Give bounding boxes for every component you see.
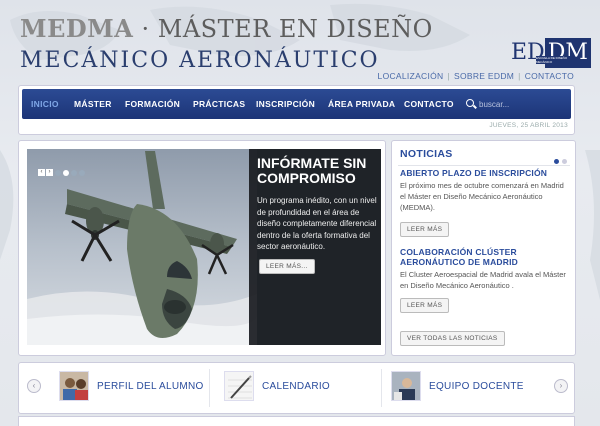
nav-item-formacion[interactable]: FORMACIÓN xyxy=(125,89,180,119)
search-input[interactable] xyxy=(479,95,565,113)
feature-label: EQUIPO DOCENTE xyxy=(429,381,524,392)
feature-label: CALENDARIO xyxy=(262,381,331,392)
main-nav: INICIO MÁSTER FORMACIÓN PRÁCTICAS INSCRI… xyxy=(22,89,571,119)
slider-card: ‹ › INFÓRMATE SIN COMPROMISO Un programa … xyxy=(18,140,386,356)
news-item-title[interactable]: COLABORACIÓN CLÚSTER AERONÁUTICO DE MADR… xyxy=(400,247,572,267)
nav-item-practicas[interactable]: PRÁCTICAS xyxy=(193,89,245,119)
carousel-next-icon[interactable]: › xyxy=(554,379,568,393)
toplink-sobre-eddm[interactable]: SOBRE EDDM xyxy=(454,71,514,81)
toplink-separator: | xyxy=(447,71,451,81)
all-news-button[interactable]: VER TODAS LAS NOTICIAS xyxy=(400,331,505,346)
search-icon[interactable] xyxy=(466,99,474,107)
nav-container: INICIO MÁSTER FORMACIÓN PRÁCTICAS INSCRI… xyxy=(18,85,575,135)
toplink-contacto[interactable]: CONTACTO xyxy=(525,71,574,81)
news-heading: NOTICIAS xyxy=(400,148,453,160)
nav-item-area-privada[interactable]: ÁREA PRIVADA xyxy=(328,89,395,119)
news-pager-dot[interactable] xyxy=(562,159,567,164)
current-date: JUEVES, 25 ABRIL 2013 xyxy=(489,122,568,129)
students-photo-icon xyxy=(59,371,89,401)
pager-dot[interactable] xyxy=(79,170,85,176)
hero-slide: ‹ › INFÓRMATE SIN COMPROMISO Un programa … xyxy=(27,149,381,345)
news-pager-dot-active[interactable] xyxy=(554,159,559,164)
top-links: LOCALIZACIÓN | SOBRE EDDM | CONTACTO xyxy=(378,71,574,81)
pager-dot[interactable] xyxy=(71,170,77,176)
aircraft-photo xyxy=(27,149,257,345)
news-pager xyxy=(551,151,567,169)
content-area-start xyxy=(18,416,575,426)
news-read-more-button[interactable]: LEER MÁS xyxy=(400,298,450,313)
feature-divider xyxy=(209,369,210,407)
feature-divider xyxy=(381,369,382,407)
slide-read-more-button[interactable]: LEER MÁS... xyxy=(259,259,315,274)
search-box xyxy=(462,95,567,113)
pager-prev-icon[interactable]: ‹ xyxy=(38,169,45,176)
toplink-separator: | xyxy=(518,71,521,81)
site-title-rest: MÁSTER EN DISEÑO xyxy=(157,15,433,43)
news-panel: NOTICIAS ABIERTO PLAZO DE INSCRIPCIÓN El… xyxy=(391,140,576,356)
site-title-brand: MEDMA xyxy=(20,14,134,43)
carousel-prev-icon[interactable]: ‹ xyxy=(27,379,41,393)
news-item-text: El Cluster Aeroespacial de Madrid avala … xyxy=(400,270,566,290)
nav-item-inscripcion[interactable]: INSCRIPCIÓN xyxy=(256,89,315,119)
calendar-pen-icon xyxy=(224,371,254,401)
pager-dot[interactable] xyxy=(55,170,61,176)
site-title: MEDMA · MÁSTER EN DISEÑO xyxy=(20,14,433,43)
news-item-title[interactable]: ABIERTO PLAZO DE INSCRIPCIÓN xyxy=(400,168,572,178)
nav-item-master[interactable]: MÁSTER xyxy=(74,89,112,119)
pager-dot-active[interactable] xyxy=(63,170,69,176)
news-read-more-button[interactable]: LEER MÁS xyxy=(400,222,450,237)
logo-caption: ESCUELA DE DISEÑO MECÁNICO xyxy=(536,56,572,64)
feature-label: PERFIL DEL ALUMNO xyxy=(97,381,204,392)
news-divider xyxy=(398,165,570,166)
feature-carousel: ‹ PERFIL DEL ALUMNO CALENDARIO EQUIPO DO… xyxy=(18,362,575,414)
toplink-localizacion[interactable]: LOCALIZACIÓN xyxy=(378,71,444,81)
slide-pager: ‹ › xyxy=(38,169,86,177)
teacher-photo-icon xyxy=(391,371,421,401)
nav-item-contacto[interactable]: CONTACTO xyxy=(404,89,454,119)
slide-caption-panel: INFÓRMATE SIN COMPROMISO Un programa iné… xyxy=(249,149,381,345)
slide-text: Un programa inédito, con un nivel de pro… xyxy=(257,196,377,251)
site-title-separator: · xyxy=(133,15,158,43)
nav-item-inicio[interactable]: INICIO xyxy=(31,89,59,119)
news-item-text: El próximo mes de octubre comenzará en M… xyxy=(400,181,564,212)
slide-title: INFÓRMATE SIN COMPROMISO xyxy=(257,155,367,186)
pager-next-icon[interactable]: › xyxy=(46,169,53,176)
site-subtitle: MECÁNICO AERONÁUTICO xyxy=(20,48,380,73)
